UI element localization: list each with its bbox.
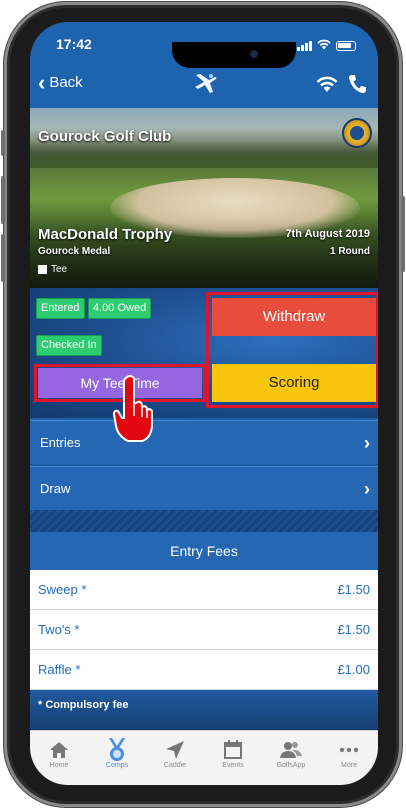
entries-label: Entries bbox=[40, 435, 81, 450]
tab-golfsapp[interactable]: GolfsApp bbox=[262, 731, 320, 785]
section-divider bbox=[30, 510, 378, 532]
competition-date: 7th August 2019 bbox=[285, 228, 370, 240]
tee-color-swatch bbox=[38, 265, 47, 274]
tab-events-label: Events bbox=[222, 762, 244, 769]
status-time: 17:42 bbox=[56, 36, 92, 52]
chevron-right-icon: › bbox=[364, 433, 370, 453]
tab-golfsapp-label: GolfsApp bbox=[276, 762, 306, 769]
tee-indicator: Tee bbox=[38, 264, 67, 275]
back-label: Back bbox=[49, 74, 83, 91]
club-name: Gourock Golf Club bbox=[38, 128, 172, 145]
fee-amount: £1.00 bbox=[337, 662, 370, 677]
phone-power-button bbox=[401, 196, 405, 272]
status-icons bbox=[297, 37, 356, 55]
calendar-icon bbox=[223, 738, 243, 762]
fee-amount: £1.50 bbox=[337, 622, 370, 637]
entered-badge: Entered bbox=[36, 298, 85, 319]
more-dots-icon bbox=[339, 738, 359, 762]
tab-home[interactable]: Home bbox=[30, 731, 88, 785]
fee-amount: £1.50 bbox=[337, 582, 370, 597]
scoring-button[interactable]: Scoring bbox=[212, 364, 376, 402]
tab-more[interactable]: More bbox=[320, 731, 378, 785]
owed-badge: 4.00 Owed bbox=[88, 298, 152, 319]
wifi-icon[interactable] bbox=[316, 76, 338, 98]
tee-label: Tee bbox=[51, 264, 68, 275]
draw-label: Draw bbox=[40, 481, 71, 496]
tab-bar: Home Comps Caddie Events GolfsApp More bbox=[30, 730, 378, 785]
pointing-hand-icon bbox=[110, 374, 158, 449]
back-button[interactable]: ‹ Back bbox=[38, 69, 83, 95]
tab-more-label: More bbox=[341, 762, 357, 769]
tab-comps[interactable]: Comps bbox=[88, 731, 146, 785]
fee-name: Sweep * bbox=[38, 582, 87, 597]
battery-icon bbox=[336, 41, 356, 51]
tab-caddie[interactable]: Caddie bbox=[146, 731, 204, 785]
fee-row: Raffle * £1.00 bbox=[30, 650, 378, 690]
entries-row[interactable]: Entries › bbox=[30, 420, 378, 464]
fee-name: Two's * bbox=[38, 622, 80, 637]
wifi-status-icon bbox=[317, 37, 331, 55]
app-logo-icon bbox=[192, 70, 218, 101]
phone-side-button bbox=[1, 130, 5, 156]
compulsory-fee-note: * Compulsory fee bbox=[30, 690, 378, 730]
checked-in-badge: Checked In bbox=[36, 335, 102, 356]
hero-banner: Gourock Golf Club MacDonald Trophy Gouro… bbox=[30, 108, 378, 288]
fee-name: Raffle * bbox=[38, 662, 81, 677]
tab-home-label: Home bbox=[49, 762, 69, 769]
tab-events[interactable]: Events bbox=[204, 731, 262, 785]
people-icon bbox=[280, 738, 302, 762]
entry-fees-header: Entry Fees bbox=[30, 532, 378, 570]
competition-rounds: 1 Round bbox=[330, 246, 370, 257]
tab-comps-label: Comps bbox=[105, 762, 129, 769]
fee-row: Sweep * £1.50 bbox=[30, 570, 378, 610]
tab-caddie-label: Caddie bbox=[163, 762, 187, 769]
medal-icon bbox=[108, 738, 126, 762]
phone-call-icon[interactable] bbox=[348, 74, 366, 99]
phone-notch bbox=[172, 42, 296, 68]
phone-volume-down-button bbox=[1, 234, 5, 282]
chevron-left-icon: ‹ bbox=[38, 69, 46, 95]
club-crest-logo bbox=[342, 118, 372, 148]
navigation-arrow-icon bbox=[165, 738, 185, 762]
action-area: Entered 4.00 Owed Checked In My Tee Time… bbox=[30, 288, 378, 418]
phone-volume-up-button bbox=[1, 176, 5, 224]
app-screen: 17:42 ‹ Back Gourock Golf Club MacDonald… bbox=[30, 22, 378, 785]
competition-subtitle: Gourock Medal bbox=[38, 246, 111, 257]
chevron-right-icon: › bbox=[364, 479, 370, 499]
home-icon bbox=[49, 738, 69, 762]
signal-icon bbox=[297, 41, 312, 51]
withdraw-button[interactable]: Withdraw bbox=[212, 298, 376, 336]
competition-title: MacDonald Trophy bbox=[38, 226, 173, 243]
fee-row: Two's * £1.50 bbox=[30, 610, 378, 650]
camera-icon bbox=[250, 50, 258, 58]
draw-row[interactable]: Draw › bbox=[30, 466, 378, 510]
